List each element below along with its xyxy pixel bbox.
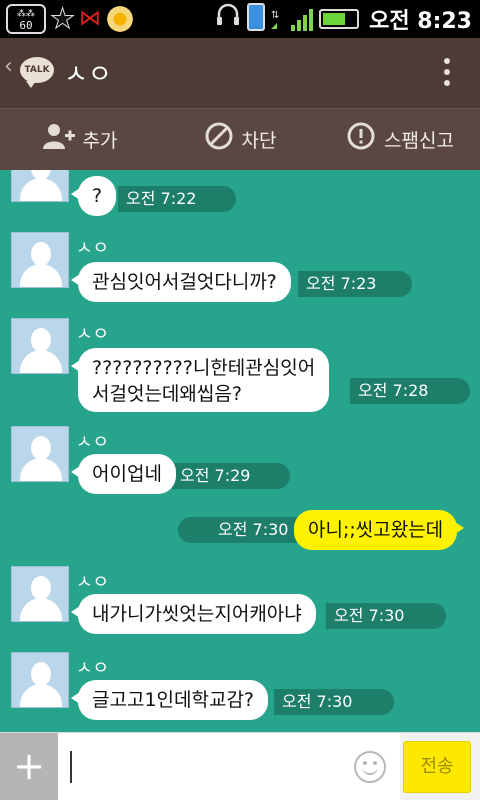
- avatar[interactable]: [11, 318, 69, 374]
- message-time: 오전 7:23: [298, 271, 412, 297]
- message-bubble[interactable]: 관심잇어서걸엇다니까?: [71, 262, 291, 302]
- input-bar: + 전송: [0, 732, 480, 800]
- add-friend-button[interactable]: 추가: [0, 109, 160, 170]
- headset-icon: [215, 2, 241, 36]
- add-friend-label: 추가: [82, 130, 118, 152]
- bow-icon: ⋈: [79, 6, 102, 31]
- wifi-icon: ⇅ ◢: [271, 4, 285, 34]
- avatar[interactable]: [11, 652, 69, 708]
- chat-title: ㅅㅇ: [64, 60, 112, 90]
- star-icon: ★: [49, 2, 76, 35]
- block-button[interactable]: 차단: [160, 109, 320, 170]
- block-icon: [204, 121, 234, 158]
- avatar[interactable]: [11, 232, 69, 288]
- avatar[interactable]: [11, 566, 69, 622]
- message-time: 오전 7:30: [326, 603, 446, 629]
- flower-icon: [105, 4, 136, 34]
- status-time: 오전 8:23: [369, 9, 472, 34]
- message-bubble[interactable]: 어이업네: [71, 454, 176, 494]
- battery-icon: [319, 9, 360, 29]
- message-input[interactable]: [58, 733, 400, 800]
- send-button[interactable]: 전송: [403, 741, 471, 793]
- attach-plus-button[interactable]: +: [0, 733, 58, 800]
- talk-logo[interactable]: TALK: [20, 57, 54, 88]
- svg-text:◢: ◢: [271, 21, 278, 30]
- avatar[interactable]: [11, 170, 69, 202]
- back-button[interactable]: ‹: [4, 54, 13, 79]
- report-icon: [346, 121, 376, 158]
- sender-name: ㅅㅇ: [76, 324, 110, 345]
- sender-name: ㅅㅇ: [76, 658, 110, 679]
- message-time: 오전 7:30: [274, 689, 394, 715]
- emoticon-icon[interactable]: [354, 751, 386, 783]
- report-spam-label: 스팸신고: [384, 130, 454, 152]
- status-bar: ⁂⁂ 60 ★ ⋈ ⇅ ◢ 오전 8:23: [0, 0, 480, 38]
- my-message-bubble[interactable]: 아니;;씻고왔는데: [294, 510, 465, 550]
- message-bubble[interactable]: 내가니가씻엇는지어캐아냐: [71, 594, 316, 634]
- svg-text:⇅: ⇅: [271, 10, 279, 21]
- message-line: ??????????니한테관심잇어: [92, 357, 316, 379]
- avatar[interactable]: [11, 426, 69, 482]
- notification-badge-icon: ⁂⁂ 60: [6, 4, 46, 34]
- message-time: 오전 7:29: [172, 463, 290, 489]
- chat-header: ‹ TALK ㅅㅇ: [0, 38, 480, 108]
- sender-name: ㅅㅇ: [76, 238, 110, 259]
- sender-name: ㅅㅇ: [76, 572, 110, 593]
- text-caret: [70, 751, 72, 783]
- signal-icon: [291, 7, 314, 31]
- message-time: 오전 7:22: [118, 186, 236, 212]
- action-bar: 추가 차단 스팸신고: [0, 108, 480, 170]
- add-friend-icon: [42, 122, 75, 157]
- message-bubble[interactable]: ??????????니한테관심잇어 서걸엇는데왜씹음?: [70, 348, 330, 412]
- message-bubble[interactable]: 글고고1인데학교감?: [70, 680, 269, 720]
- phone-icon: [247, 3, 266, 35]
- message-line: 서걸엇는데왜씹음?: [92, 383, 242, 405]
- report-spam-button[interactable]: 스팸신고: [320, 109, 480, 170]
- more-menu-button[interactable]: [444, 58, 450, 88]
- message-bubble[interactable]: ?: [70, 176, 117, 216]
- chat-area[interactable]: 오전 7:22 ? ㅅㅇ 오전 7:23 관심잇어서걸엇다니까? ㅅㅇ 오전 7…: [0, 170, 480, 732]
- sender-name: ㅅㅇ: [76, 432, 110, 453]
- block-label: 차단: [241, 130, 277, 152]
- message-time: 오전 7:28: [350, 378, 470, 404]
